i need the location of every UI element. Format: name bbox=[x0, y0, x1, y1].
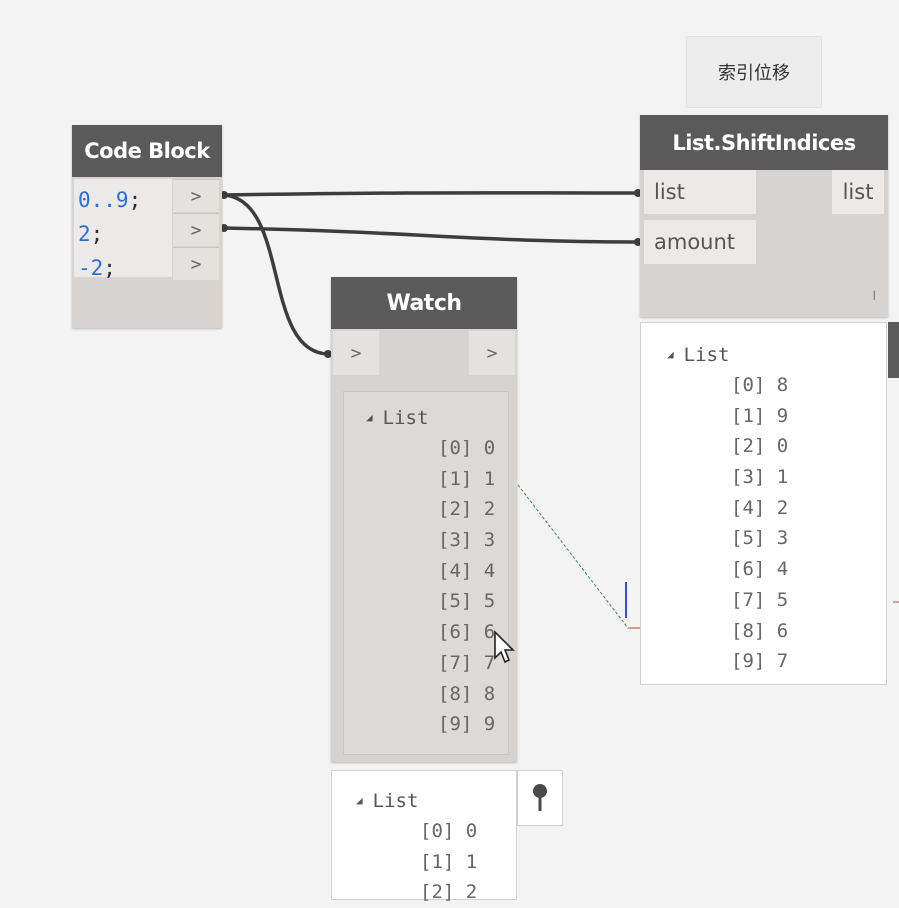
list-item: [4] 2 bbox=[731, 496, 789, 519]
output-port-2[interactable]: > bbox=[173, 213, 219, 246]
list-item: [9] 9 bbox=[438, 713, 496, 736]
watch-header[interactable]: Watch bbox=[331, 277, 517, 329]
group-note-label: 索引位移 bbox=[718, 63, 790, 84]
input-port-amount[interactable]: amount bbox=[644, 220, 756, 264]
shift-indices-node[interactable]: List.ShiftIndices list amount list l bbox=[640, 115, 888, 317]
watch-ports: > > bbox=[331, 329, 517, 379]
shift-preview-list-header[interactable]: ◢ List bbox=[667, 339, 886, 370]
list-item: [1] 1 bbox=[420, 850, 478, 873]
watch-output-port[interactable]: > bbox=[469, 331, 515, 375]
group-note[interactable]: 索引位移 bbox=[686, 36, 822, 108]
list-item: [0] 0 bbox=[438, 437, 496, 459]
output-port-list[interactable]: list bbox=[832, 170, 884, 214]
shift-preview-items: [0] 8 [1] 9 [2] 0 [3] 1 [4] 2 [5] 3 [6] … bbox=[667, 370, 886, 677]
shift-preview-panel[interactable]: ◢ List [0] 8 [1] 9 [2] 0 [3] 1 [4] 2 [5]… bbox=[640, 322, 887, 685]
lacing-indicator[interactable]: l bbox=[873, 289, 876, 303]
watch-preview-panel[interactable]: ◢ List [0] 0 [1] 1 [2] 2 bbox=[331, 770, 517, 903]
watch-list-label: List bbox=[382, 406, 429, 429]
list-item: [2] 2 bbox=[438, 498, 496, 521]
pin-icon bbox=[533, 784, 547, 811]
code-editor[interactable]: 0..9; 2; -2; bbox=[74, 179, 172, 280]
pin-preview-button[interactable] bbox=[517, 770, 563, 826]
list-item: [7] 5 bbox=[731, 588, 789, 611]
watch-list-header[interactable]: ◢ List bbox=[366, 402, 508, 433]
output-port-3[interactable]: > bbox=[173, 247, 219, 280]
wire-amount-to-amount bbox=[223, 226, 639, 244]
shift-indices-header[interactable]: List.ShiftIndices bbox=[640, 115, 888, 170]
list-item: [0] 0 bbox=[420, 820, 478, 842]
watch-list-items: [0] 0 [1] 1 [2] 2 [3] 3 [4] 4 [5] 5 [6] … bbox=[366, 433, 508, 740]
shift-indices-body: list amount list l bbox=[640, 170, 888, 317]
shift-indices-title: List.ShiftIndices bbox=[672, 130, 856, 155]
watch-list-view[interactable]: ◢ List [0] 0 [1] 1 [2] 2 [3] 3 [4] 4 [5]… bbox=[343, 391, 509, 755]
output-port-1[interactable]: > bbox=[173, 179, 219, 212]
list-item: [2] 0 bbox=[731, 435, 789, 458]
list-item: [5] 3 bbox=[731, 527, 789, 550]
wire-preview-dashed bbox=[517, 484, 640, 629]
list-item: [9] 7 bbox=[731, 650, 789, 673]
collapse-triangle-icon[interactable]: ◢ bbox=[667, 348, 674, 361]
collapse-triangle-icon[interactable]: ◢ bbox=[356, 794, 363, 807]
list-item: [5] 5 bbox=[438, 590, 496, 613]
watch-preview-items: [0] 0 [1] 1 [2] 2 bbox=[356, 816, 516, 908]
wire-range-to-list bbox=[223, 191, 639, 197]
collapse-triangle-icon[interactable]: ◢ bbox=[366, 411, 373, 424]
code-block-title: Code Block bbox=[84, 139, 210, 163]
watch-preview-list-header[interactable]: ◢ List bbox=[356, 785, 516, 816]
list-item: [8] 6 bbox=[731, 619, 789, 642]
shift-preview-list-label: List bbox=[683, 343, 730, 366]
code-block-node[interactable]: Code Block 0..9; 2; -2; > > > bbox=[72, 125, 222, 328]
watch-input-port[interactable]: > bbox=[333, 331, 379, 375]
list-item: [4] 4 bbox=[438, 559, 496, 582]
text-caret bbox=[625, 582, 627, 618]
offscreen-node-edge[interactable] bbox=[888, 322, 899, 378]
list-item: [3] 3 bbox=[438, 529, 496, 552]
input-port-list[interactable]: list bbox=[644, 170, 756, 214]
mouse-cursor-icon bbox=[494, 630, 515, 664]
code-block-body: 0..9; 2; -2; > > > bbox=[72, 177, 222, 328]
watch-title: Watch bbox=[386, 290, 462, 316]
list-item: [1] 1 bbox=[438, 467, 496, 490]
code-line-2: 2; bbox=[78, 222, 104, 246]
code-line-3: -2; bbox=[78, 256, 116, 280]
code-block-header[interactable]: Code Block bbox=[72, 125, 222, 177]
code-line-1: 0..9; bbox=[78, 188, 142, 212]
list-item: [8] 8 bbox=[438, 682, 496, 705]
list-item: [0] 8 bbox=[731, 374, 789, 396]
list-item: [1] 9 bbox=[731, 404, 789, 427]
list-item: [3] 1 bbox=[731, 466, 789, 489]
list-item: [2] 2 bbox=[420, 881, 478, 904]
watch-node[interactable]: Watch > > ◢ List [0] 0 [1] 1 [2] 2 [3] 3… bbox=[331, 277, 517, 762]
watch-preview-list-label: List bbox=[372, 789, 419, 812]
wire-range-to-watch bbox=[223, 193, 329, 356]
list-item: [6] 4 bbox=[731, 558, 789, 581]
